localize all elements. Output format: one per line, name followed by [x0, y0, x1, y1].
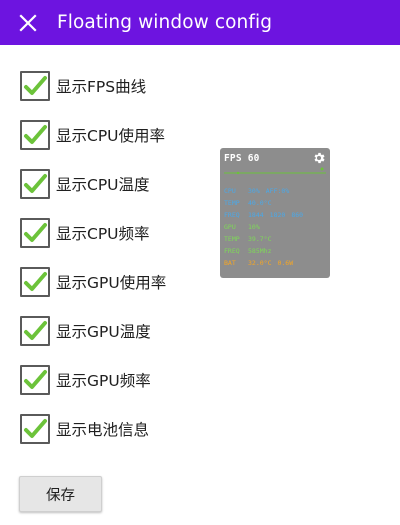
- stat-row: BAT 32.0°C 0.6W: [224, 258, 299, 268]
- stat-row: CPU 30% AFF:0%: [224, 186, 295, 196]
- stat-value: 32.0°C: [248, 259, 272, 267]
- stat-value: 1820: [269, 211, 286, 219]
- fps-readout: FPS 60: [224, 153, 260, 164]
- stat-value: 30%: [248, 187, 260, 195]
- stat-value: 40.0°C: [248, 199, 272, 207]
- stat-key: CPU: [224, 187, 236, 195]
- stat-row: FREQ 1844 1820 860: [224, 210, 309, 220]
- save-button[interactable]: 保存: [19, 476, 102, 512]
- option-label: 显示CPU使用率: [56, 127, 166, 145]
- fps-curve: [224, 167, 326, 175]
- checkmark-icon: [24, 321, 47, 340]
- checkmark-icon: [24, 76, 47, 95]
- checkmark-icon: [24, 174, 47, 193]
- checkmark-icon: [24, 272, 47, 291]
- close-button[interactable]: [4, 0, 52, 45]
- option-label: 显示FPS曲线: [56, 78, 147, 96]
- stat-key: TEMP: [224, 235, 240, 243]
- floating-window-preview[interactable]: FPS 60 CPU 30% AFF:0% TEMP 40.0°C FREQ 1844 18…: [220, 148, 330, 278]
- fps-label: FPS: [224, 153, 242, 164]
- gear-icon[interactable]: [312, 151, 326, 165]
- option-gpu-temp[interactable]: 显示GPU温度: [20, 315, 220, 347]
- stat-key: GPU: [224, 223, 236, 231]
- option-gpu-usage[interactable]: 显示GPU使用率: [20, 266, 220, 298]
- checkbox[interactable]: [20, 169, 50, 199]
- option-label: 显示CPU温度: [56, 176, 150, 194]
- option-label: 显示CPU频率: [56, 225, 150, 243]
- option-label: 显示电池信息: [56, 421, 150, 439]
- checkmark-icon: [24, 370, 47, 389]
- checkbox[interactable]: [20, 365, 50, 395]
- stat-value: 39.7°C: [248, 235, 272, 243]
- app-bar: Floating window config: [0, 0, 400, 45]
- close-icon: [19, 13, 37, 32]
- stat-key: FREQ: [224, 247, 240, 255]
- stat-value: 585Mhz: [248, 247, 272, 255]
- stat-value: AFF:0%: [265, 187, 290, 195]
- option-battery-info[interactable]: 显示电池信息: [20, 413, 220, 445]
- checkbox[interactable]: [20, 414, 50, 444]
- stat-key: BAT: [224, 259, 236, 267]
- stat-key: FREQ: [224, 211, 240, 219]
- checkmark-icon: [24, 419, 47, 438]
- fps-value: 60: [247, 153, 260, 164]
- stat-row: TEMP 40.0°C: [224, 198, 277, 208]
- option-label: 显示GPU使用率: [56, 274, 167, 292]
- checkmark-icon: [24, 223, 47, 242]
- option-label: 显示GPU温度: [56, 323, 151, 341]
- option-gpu-freq[interactable]: 显示GPU频率: [20, 364, 220, 396]
- option-cpu-freq[interactable]: 显示CPU频率: [20, 217, 220, 249]
- stat-value: 860: [291, 211, 304, 219]
- checkbox[interactable]: [20, 218, 50, 248]
- checkbox[interactable]: [20, 316, 50, 346]
- checkbox[interactable]: [20, 267, 50, 297]
- checkbox[interactable]: [20, 71, 50, 101]
- stat-key: TEMP: [224, 199, 240, 207]
- stat-value: 0.6W: [277, 259, 294, 267]
- checkbox[interactable]: [20, 120, 50, 150]
- option-cpu-usage[interactable]: 显示CPU使用率: [20, 119, 220, 151]
- stat-row: GPU 10%: [224, 222, 266, 232]
- option-fps-curve[interactable]: 显示FPS曲线: [20, 70, 220, 102]
- option-cpu-temp[interactable]: 显示CPU温度: [20, 168, 220, 200]
- stat-value: 10%: [248, 223, 260, 231]
- stat-row: FREQ 585Mhz: [224, 246, 277, 256]
- option-label: 显示GPU频率: [56, 372, 151, 390]
- stat-value: 1844: [248, 211, 264, 219]
- checkmark-icon: [24, 125, 47, 144]
- page-title: Floating window config: [57, 12, 273, 33]
- stat-row: TEMP 39.7°C: [224, 234, 277, 244]
